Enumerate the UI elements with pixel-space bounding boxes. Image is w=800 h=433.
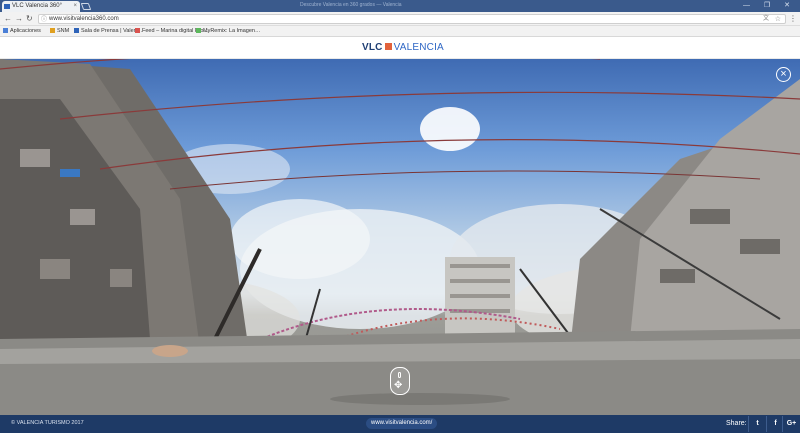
drag-mouse-icon: ✥ — [390, 367, 410, 395]
reload-icon[interactable]: ↻ — [26, 14, 33, 23]
bookmark-item[interactable]: Sala de Prensa | Valen… — [74, 28, 142, 34]
vlc-valencia-logo[interactable]: VLC VALENCIA — [362, 42, 444, 53]
share-label: Share: — [726, 420, 747, 427]
address-bar[interactable]: ⓘ www.visitvalencia360.com 文 ☆ — [38, 14, 786, 24]
new-tab-button[interactable] — [80, 3, 92, 10]
apps-icon — [3, 28, 8, 33]
bookmarks-bar: Aplicaciones SNM Sala de Prensa | Valen…… — [0, 26, 800, 37]
mouse-wheel-icon — [398, 372, 401, 378]
panorama-viewer[interactable]: × ✥ — [0, 59, 800, 415]
bookmark-item[interactable]: SNM — [50, 28, 69, 34]
translate-icon[interactable]: 文 — [763, 15, 769, 24]
browser-tab[interactable]: VLC Valencia 360° × — [2, 1, 80, 12]
tab-title: VLC Valencia 360° — [12, 3, 62, 9]
panorama-scene — [0, 59, 800, 415]
visitvalencia-link[interactable]: www.visitvalencia.com/ — [366, 418, 438, 429]
browser-tabstrip: VLC Valencia 360° × Descubre Valencia en… — [0, 0, 800, 12]
logo-vlc: VLC — [362, 42, 383, 53]
forward-icon[interactable]: → — [15, 14, 23, 23]
browser-menu-icon[interactable]: ⋮ — [789, 14, 797, 23]
address-url: www.visitvalencia360.com — [49, 16, 119, 22]
bookmark-item[interactable]: MyRemix: La Imagen… — [196, 28, 260, 34]
bookmark-star-icon[interactable]: ☆ — [775, 15, 781, 24]
close-viewer-button[interactable]: × — [776, 67, 791, 82]
move-arrows-icon: ✥ — [394, 380, 403, 391]
site-info-icon[interactable]: ⓘ — [41, 16, 47, 25]
logo-valencia: VALENCIA — [393, 42, 444, 53]
window-title: Descubre Valencia en 360 grados — Valenc… — [300, 2, 402, 8]
bookmark-icon — [196, 28, 201, 33]
logo-square-icon — [384, 43, 392, 50]
bookmark-item[interactable]: Aplicaciones — [3, 28, 41, 34]
bookmark-icon — [74, 28, 79, 33]
copyright-text: © VALENCIA TURISMO 2017 — [11, 420, 84, 426]
tab-close-icon[interactable]: × — [73, 1, 77, 12]
window-controls[interactable]: — ❐ ✕ — [743, 1, 796, 9]
site-footer: © VALENCIA TURISMO 2017 www.visitvalenci… — [0, 415, 800, 433]
google-plus-icon[interactable]: G+ — [782, 416, 800, 432]
back-icon[interactable]: ← — [4, 14, 12, 23]
browser-toolbar: ← → ↻ ⓘ www.visitvalencia360.com 文 ☆ ⋮ — [0, 12, 800, 26]
site-header: VLC VALENCIA — [0, 37, 800, 59]
bookmark-icon — [50, 28, 55, 33]
twitter-icon[interactable]: t — [748, 416, 766, 432]
favicon-icon — [4, 4, 10, 9]
bookmark-icon — [135, 28, 140, 33]
